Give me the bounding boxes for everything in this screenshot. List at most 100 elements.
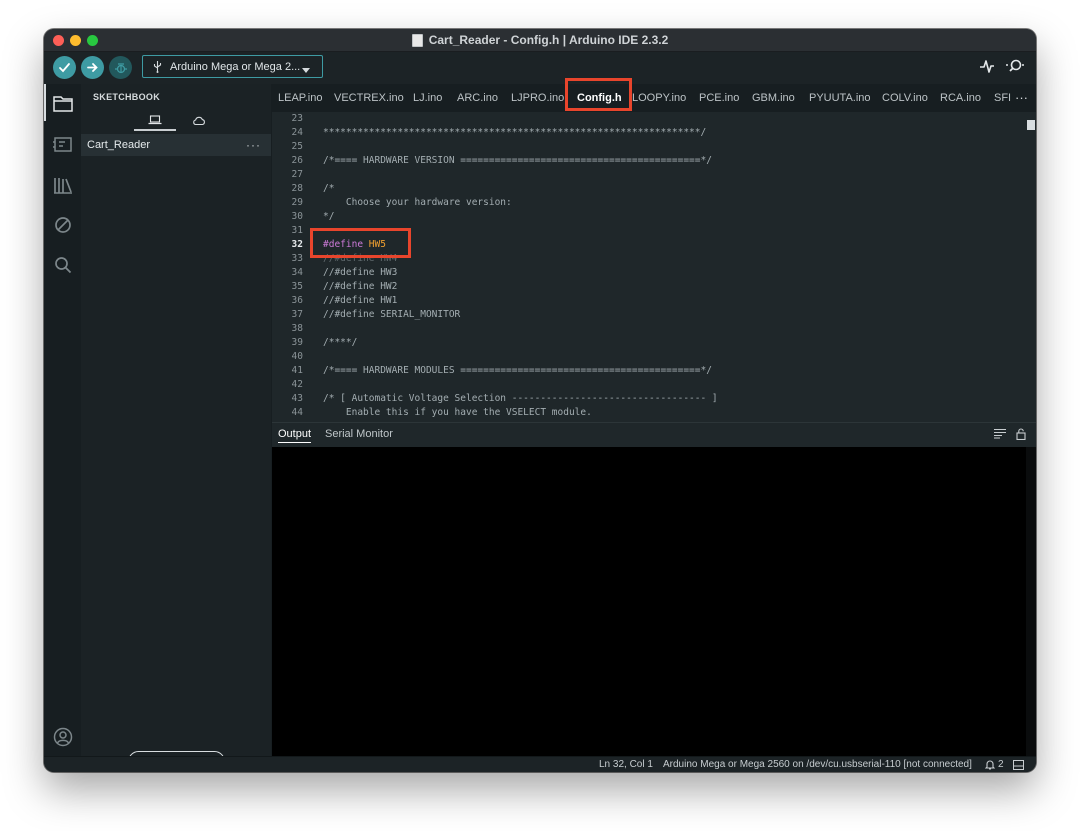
macro-hw5: HW5 (368, 239, 386, 250)
window-title: Cart_Reader - Config.h | Arduino IDE 2.3… (428, 33, 669, 47)
library-manager-button[interactable] (52, 174, 74, 196)
minimize-window-button[interactable] (70, 35, 81, 46)
tab-serial-monitor[interactable]: Serial Monitor (325, 428, 393, 440)
tab-ljpro-ino[interactable]: LJPRO.ino (511, 84, 564, 112)
line-number: 44 (291, 407, 303, 418)
debug-panel-button[interactable] (52, 214, 74, 236)
keyword-define: #define (323, 239, 364, 250)
code-line: //#define HW1 (323, 295, 398, 306)
usb-icon (153, 60, 162, 73)
search-button[interactable] (52, 254, 74, 276)
tab-output[interactable]: Output (278, 428, 312, 443)
boards-manager-button[interactable] (52, 133, 74, 155)
laptop-icon (148, 115, 162, 125)
tabs-overflow-button[interactable]: ··· (1012, 90, 1028, 105)
search-icon (55, 257, 72, 274)
code-line: //#define HW3 (323, 267, 398, 278)
line-number: 35 (291, 281, 303, 292)
tab-loopy-ino[interactable]: LOOPY.ino (632, 84, 686, 112)
notification-count: 2 (998, 759, 1004, 770)
line-number: 38 (291, 323, 303, 334)
line-number: 36 (291, 295, 303, 306)
checkmark-icon (59, 63, 70, 73)
notifications-button[interactable]: 2 (985, 759, 1004, 770)
output-scrollbar[interactable] (1026, 447, 1036, 756)
title-bar: Cart_Reader - Config.h | Arduino IDE 2.3… (44, 29, 1036, 52)
board-selector[interactable]: Arduino Mega or Mega 2... (142, 55, 323, 78)
sketch-item-cart-reader[interactable]: Cart_Reader ··· (81, 134, 271, 156)
editor-scrollbar-thumb[interactable] (1027, 120, 1035, 130)
code-line: /* (323, 183, 335, 194)
tab-cloud-sketchbook[interactable] (178, 111, 220, 131)
code-line: /****/ (323, 337, 358, 348)
library-icon (54, 178, 72, 194)
toolbar: Arduino Mega or Mega 2... (44, 52, 1036, 84)
verify-button[interactable] (53, 56, 76, 79)
code-line: //#define HW2 (323, 281, 398, 292)
sketchbook-sidebar: SKETCHBOOK Cart_Reader ··· NEW SKETCH (81, 84, 271, 772)
upload-button[interactable] (81, 56, 104, 79)
line-number: 39 (291, 337, 303, 348)
editor-scrollbar[interactable] (1026, 112, 1036, 422)
editor-tabs: LEAP.ino VECTREX.ino LJ.ino ARC.ino LJPR… (272, 84, 1036, 112)
output-panel-header: Output Serial Monitor (272, 422, 1036, 447)
tab-vectrex-ino[interactable]: VECTREX.ino (334, 84, 404, 112)
tab-leap-ino[interactable]: LEAP.ino (278, 84, 322, 112)
line-number: 42 (291, 379, 303, 390)
sketchbook-button[interactable] (52, 92, 74, 114)
code-line: /* [ Automatic Voltage Selection -------… (323, 393, 718, 404)
line-number: 33 (291, 253, 303, 264)
debug-button[interactable] (109, 56, 132, 79)
maximize-window-button[interactable] (87, 35, 98, 46)
tab-pyuuta-ino[interactable]: PYUUTA.ino (809, 84, 871, 112)
code-editor[interactable]: 23 24 25 26 27 28 29 30 31 32 33 34 35 3… (272, 112, 1036, 422)
line-number: 24 (291, 127, 303, 138)
line-number: 29 (291, 197, 303, 208)
clear-output-icon[interactable] (994, 428, 1006, 439)
magnifier-dots-icon (1006, 59, 1024, 72)
line-number: 27 (291, 169, 303, 180)
user-circle-icon (53, 727, 73, 747)
debug-disabled-icon (55, 217, 71, 233)
tab-rca-ino[interactable]: RCA.ino (940, 84, 981, 112)
toggle-panel-button[interactable] (1013, 760, 1024, 772)
code-line: //#define SERIAL_MONITOR (323, 309, 461, 320)
line-number: 34 (291, 267, 303, 278)
profile-button[interactable] (52, 726, 74, 748)
line-numbers: 23 24 25 26 27 28 29 30 31 32 33 34 35 3… (272, 112, 310, 422)
board-icon (53, 136, 72, 152)
code-line: */ (323, 211, 335, 222)
code-line: Choose your hardware version: (323, 197, 512, 208)
close-window-button[interactable] (53, 35, 64, 46)
folder-icon (53, 95, 73, 112)
sketch-item-label: Cart_Reader (87, 139, 150, 151)
lock-icon[interactable] (1016, 428, 1026, 440)
line-number: 30 (291, 211, 303, 222)
cursor-position[interactable]: Ln 32, Col 1 (599, 759, 653, 770)
tab-arc-ino[interactable]: ARC.ino (457, 84, 498, 112)
line-number: 23 (291, 113, 303, 124)
sidebar-tabs (81, 109, 271, 133)
tab-config-h[interactable]: Config.h (577, 84, 622, 112)
tab-gbm-ino[interactable]: GBM.ino (752, 84, 795, 112)
activity-bar (44, 84, 82, 756)
tab-lj-ino[interactable]: LJ.ino (413, 84, 442, 112)
sketch-item-more-button[interactable]: ··· (246, 138, 261, 152)
tab-colv-ino[interactable]: COLV.ino (882, 84, 928, 112)
window-controls (53, 35, 98, 46)
output-actions (994, 428, 1026, 440)
tab-local-sketchbook[interactable] (134, 111, 176, 131)
serial-monitor-button[interactable] (1005, 58, 1025, 74)
code-line: /*==== HARDWARE MODULES ================… (323, 365, 712, 376)
debug-icon (114, 62, 127, 73)
serial-plotter-button[interactable] (979, 58, 995, 74)
line-number-current: 32 (291, 239, 303, 250)
ide-window: Cart_Reader - Config.h | Arduino IDE 2.3… (44, 29, 1036, 772)
arrow-right-icon (87, 63, 98, 72)
output-console[interactable] (272, 447, 1036, 756)
line-number: 37 (291, 309, 303, 320)
tab-pce-ino[interactable]: PCE.ino (699, 84, 739, 112)
tab-sfi[interactable]: SFI (994, 84, 1011, 112)
status-bar: Ln 32, Col 1 Arduino Mega or Mega 2560 o… (44, 756, 1036, 772)
board-port-status[interactable]: Arduino Mega or Mega 2560 on /dev/cu.usb… (663, 759, 972, 770)
